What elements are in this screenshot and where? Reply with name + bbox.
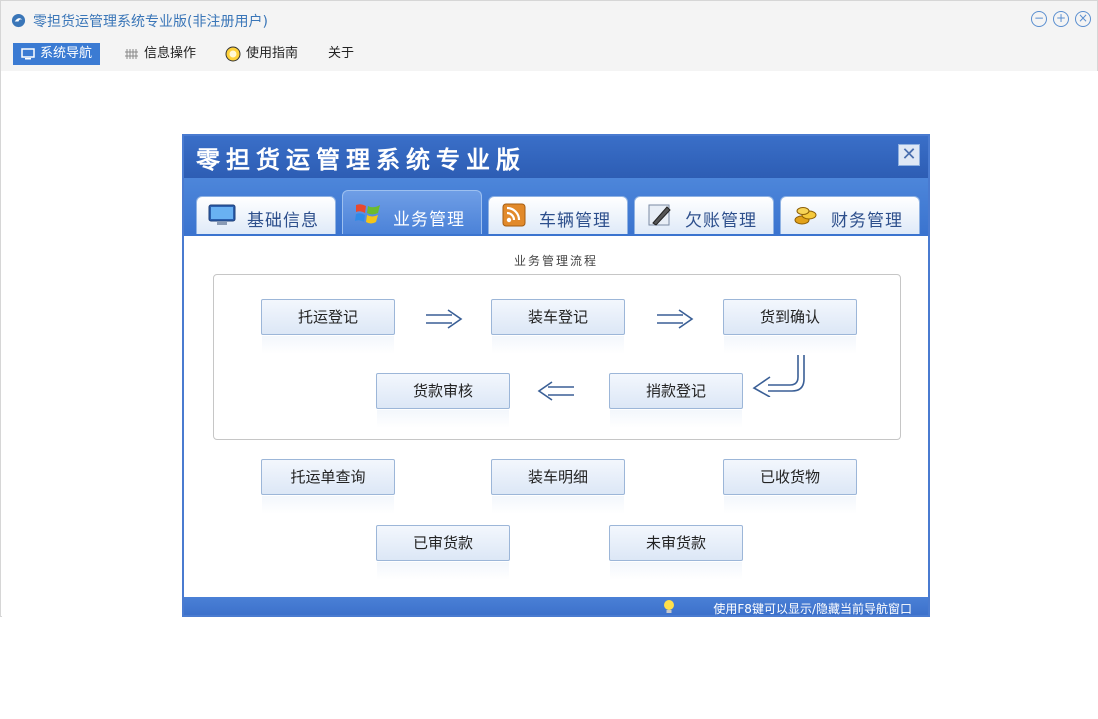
- menu-label: 系统导航: [40, 46, 93, 61]
- main-content: 零担货运管理系统专业版 ✕ 基础信息 业务管理 车辆管理 欠账管理 财务管理 业…: [2, 71, 1098, 617]
- loading-detail-button[interactable]: 装车明细: [491, 459, 625, 514]
- grid-icon: [125, 48, 138, 59]
- menu-label: 信息操作: [144, 46, 197, 61]
- minimize-button[interactable]: −: [1031, 11, 1047, 27]
- pencil-icon: [648, 204, 671, 226]
- monitor-icon: [208, 204, 236, 225]
- menu-label: 关于: [328, 46, 355, 61]
- flow-loading-register-button[interactable]: 装车登记: [491, 299, 625, 354]
- menu-system-nav[interactable]: 系统导航: [13, 43, 101, 65]
- nav-footer: 使用F8键可以显示/隐藏当前导航窗口: [184, 597, 928, 616]
- arrow-left-icon: [537, 381, 574, 401]
- tab-label: 财务管理: [831, 211, 903, 231]
- help-icon: [225, 46, 241, 61]
- title-bar: 零担货运管理系统专业版(非注册用户) − + ×: [1, 1, 1097, 39]
- tab-strip: 基础信息 业务管理 车辆管理 欠账管理 财务管理: [184, 178, 928, 236]
- close-button[interactable]: ×: [1075, 11, 1091, 27]
- tab-basic-info[interactable]: 基础信息: [196, 196, 336, 234]
- app-logo-icon: [11, 13, 26, 28]
- nav-header: 零担货运管理系统专业版 ✕: [184, 136, 928, 178]
- tab-label: 车辆管理: [539, 211, 611, 231]
- reviewed-payments-button[interactable]: 已审货款: [376, 525, 510, 580]
- arrow-turn-left-icon: [752, 355, 805, 397]
- flow-consign-register-button[interactable]: 托运登记: [261, 299, 395, 354]
- menu-info-ops[interactable]: 信息操作: [117, 43, 204, 65]
- footer-tip: 使用F8键可以显示/隐藏当前导航窗口: [713, 602, 912, 616]
- menu-user-guide[interactable]: 使用指南: [217, 43, 306, 65]
- received-goods-button[interactable]: 已收货物: [723, 459, 857, 514]
- tab-label: 欠账管理: [685, 211, 757, 231]
- menu-label: 使用指南: [246, 46, 299, 61]
- monitor-icon: [21, 47, 35, 59]
- tab-business[interactable]: 业务管理: [342, 190, 482, 234]
- consignment-query-button[interactable]: 托运单查询: [261, 459, 395, 514]
- lightbulb-icon: [664, 600, 674, 613]
- tab-arrears[interactable]: 欠账管理: [634, 196, 774, 234]
- nav-close-button[interactable]: ✕: [898, 144, 920, 166]
- rss-icon: [502, 203, 526, 227]
- menu-about[interactable]: 关于: [320, 43, 362, 65]
- arrow-right-icon: [426, 309, 463, 329]
- app-window: 零担货运管理系统专业版(非注册用户) − + × 系统导航 信息操作 使用指南 …: [0, 0, 1098, 617]
- tab-vehicles[interactable]: 车辆管理: [488, 196, 628, 234]
- navigation-panel: 零担货运管理系统专业版 ✕ 基础信息 业务管理 车辆管理 欠账管理 财务管理 业…: [182, 134, 930, 617]
- flow-payment-review-button[interactable]: 货款审核: [376, 373, 510, 428]
- app-title: 零担货运管理系统专业版(非注册用户): [33, 14, 268, 30]
- flow-arrival-confirm-button[interactable]: 货到确认: [723, 299, 857, 354]
- arrow-right-icon: [657, 309, 694, 329]
- windows-flag-icon: [355, 204, 380, 224]
- section-title: 业务管理流程: [513, 254, 598, 268]
- maximize-button[interactable]: +: [1053, 11, 1069, 27]
- tab-label: 业务管理: [393, 210, 465, 230]
- flow-collection-register-button[interactable]: 捎款登记: [609, 373, 743, 428]
- tab-finance[interactable]: 财务管理: [780, 196, 920, 234]
- unreviewed-payments-button[interactable]: 未审货款: [609, 525, 743, 580]
- coins-icon: [794, 207, 817, 225]
- nav-body: 业务管理流程 托运登记 装车登记 货到确认 货款审核 捎款登记 托运单查询 装车…: [184, 236, 928, 597]
- nav-title: 零担货运管理系统专业版: [196, 146, 526, 174]
- tab-label: 基础信息: [247, 211, 319, 231]
- menu-bar: 系统导航 信息操作 使用指南 关于: [1, 39, 1097, 71]
